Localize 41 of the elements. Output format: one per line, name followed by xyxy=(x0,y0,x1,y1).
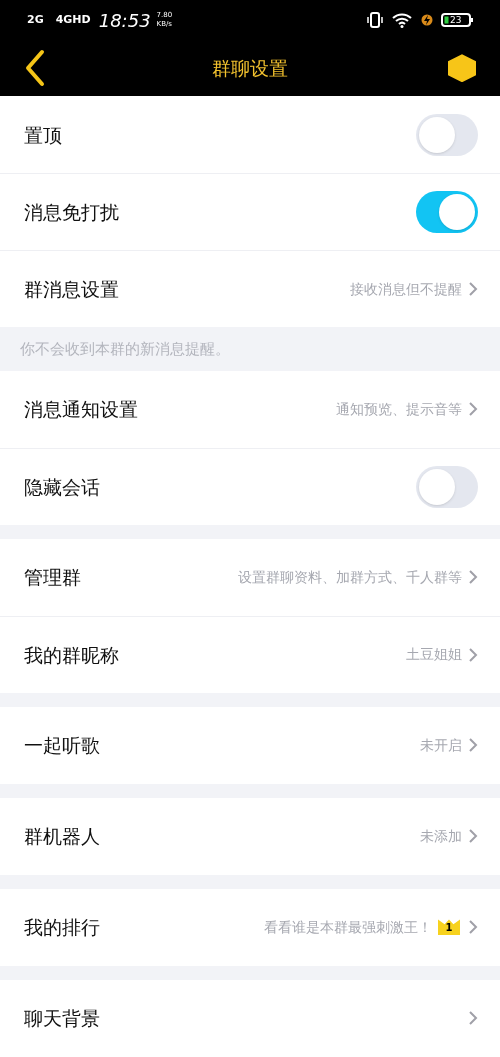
value-text: 看看谁是本群最强刺激王！ xyxy=(264,918,432,937)
chevron-right-icon xyxy=(468,828,478,845)
chevron-right-icon xyxy=(468,1010,478,1027)
wifi-icon xyxy=(391,12,413,29)
chevron-right-icon xyxy=(468,737,478,754)
page-title: 群聊设置 xyxy=(212,55,288,81)
value-text: 接收消息但不提醒 xyxy=(350,279,462,299)
hint-text: 你不会收到本群的新消息提醒。 xyxy=(20,338,230,360)
network-label: 2G xyxy=(27,11,44,28)
chevron-right-icon xyxy=(468,919,478,936)
settings-row[interactable]: 群机器人 未添加 xyxy=(0,798,500,875)
chevron-right-icon xyxy=(468,569,478,586)
vibrate-icon xyxy=(367,12,383,29)
value-text: 未开启 xyxy=(420,736,462,755)
settings-row[interactable]: 管理群 设置群聊资料、加群方式、千人群等 xyxy=(0,539,500,616)
settings-row[interactable]: 置顶 xyxy=(0,96,500,174)
settings-row[interactable]: 隐藏会话 xyxy=(0,448,500,525)
settings-row[interactable]: 我的群昵称 土豆姐姐 xyxy=(0,616,500,693)
chevron-right-icon xyxy=(468,401,478,418)
status-time: 18:53 xyxy=(98,8,151,33)
rank-badge: 1 xyxy=(438,919,460,936)
value-text: 未添加 xyxy=(420,827,462,846)
settings-row[interactable]: 群消息设置 接收消息但不提醒 xyxy=(0,250,500,328)
settings-row[interactable]: 一起听歌 未开启 xyxy=(0,707,500,784)
battery-level: 23 xyxy=(450,15,462,26)
network-label: 4GHD xyxy=(55,11,91,28)
settings-row[interactable]: 聊天背景 xyxy=(0,980,500,1057)
value-text: 土豆姐姐 xyxy=(406,645,462,665)
toggle-switch[interactable] xyxy=(416,113,478,156)
charging-icon xyxy=(421,13,433,28)
back-icon[interactable] xyxy=(24,49,46,88)
toggle-switch[interactable] xyxy=(416,466,478,508)
chevron-right-icon xyxy=(468,281,478,298)
value-text: 设置群聊资料、加群方式、千人群等 xyxy=(238,568,462,587)
settings-row[interactable]: 消息免打扰 xyxy=(0,173,500,251)
settings-row[interactable]: 消息通知设置 通知预览、提示音等 xyxy=(0,371,500,448)
chevron-right-icon xyxy=(468,647,478,663)
toggle-switch[interactable] xyxy=(416,191,478,234)
battery-icon xyxy=(441,13,473,28)
settings-row[interactable]: 我的排行 看看谁是本群最强刺激王！ 1 xyxy=(0,889,500,966)
value-text: 通知预览、提示音等 xyxy=(336,400,462,419)
